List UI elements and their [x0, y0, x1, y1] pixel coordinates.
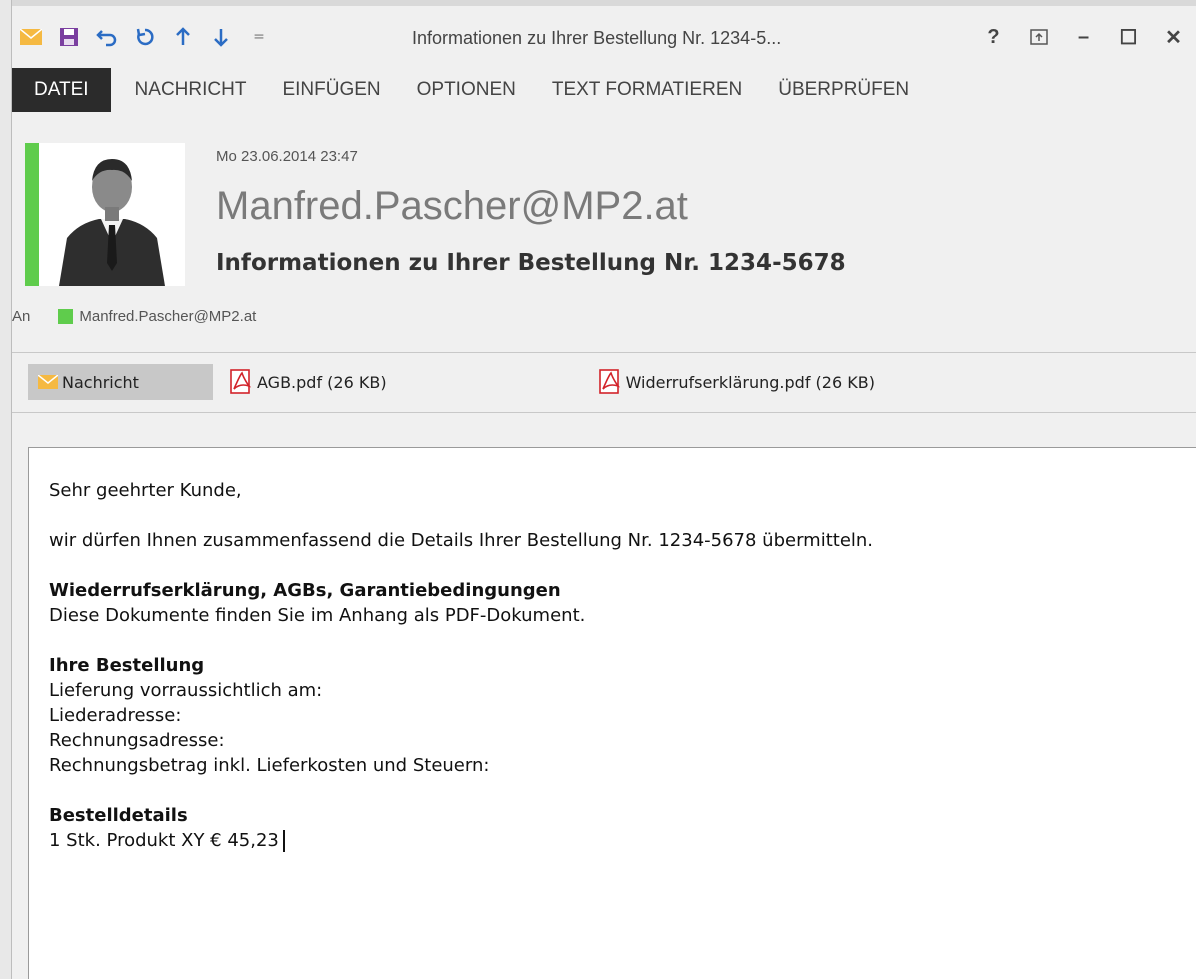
arrow-down-icon[interactable] [202, 22, 240, 52]
attachment-widerruf-label: Widerrufserklärung.pdf (26 KB) [625, 372, 875, 392]
section-order-title: Ihre Bestellung [49, 655, 205, 676]
minimize-button[interactable]: – [1061, 20, 1106, 54]
redo-icon[interactable] [126, 22, 164, 52]
sender-avatar[interactable] [39, 143, 185, 286]
pdf-icon [598, 369, 622, 395]
section-details: Bestelldetails 1 Stk. Produkt XY € 45,23 [49, 803, 873, 853]
attachment-divider [12, 412, 1196, 413]
section-documents: Wiederrufserklärung, AGBs, Garantiebedin… [49, 578, 873, 628]
message-header: Mo 23.06.2014 23:47 Manfred.Pascher@MP2.… [12, 112, 1196, 412]
section-order: Ihre Bestellung Lieferung vorraussichtli… [49, 653, 873, 778]
greeting: Sehr geehrter Kunde, [49, 480, 242, 501]
message-subject: Informationen zu Ihrer Bestellung Nr. 12… [216, 250, 846, 276]
window-left-edge [0, 0, 12, 979]
to-label: An [12, 308, 31, 325]
order-line: Lieferung vorraussichtlich am: [49, 680, 323, 701]
tab-text-formatieren[interactable]: TEXT FORMATIEREN [534, 68, 760, 112]
quick-access-toolbar: = [12, 22, 278, 52]
attachment-agb-label: AGB.pdf (26 KB) [257, 372, 387, 392]
order-line: Rechnungsadresse: [49, 730, 225, 751]
save-icon[interactable] [50, 22, 88, 52]
tab-optionen[interactable]: OPTIONEN [399, 68, 534, 112]
tab-datei[interactable]: DATEI [12, 68, 111, 112]
tab-einfuegen[interactable]: EINFÜGEN [264, 68, 398, 112]
tab-nachricht[interactable]: NACHRICHT [117, 68, 265, 112]
section-details-title: Bestelldetails [49, 805, 188, 826]
window-controls: ? – ☐ ✕ [971, 20, 1196, 54]
window-title: Informationen zu Ihrer Bestellung Nr. 12… [412, 28, 782, 48]
ribbon-tabs: DATEI NACHRICHT EINFÜGEN OPTIONEN TEXT F… [12, 68, 1196, 112]
intro-paragraph: wir dürfen Ihnen zusammenfassend die Det… [49, 530, 874, 551]
attachment-message-label: Nachricht [62, 372, 139, 392]
presence-indicator [25, 143, 39, 286]
tab-ueberpruefen[interactable]: ÜBERPRÜFEN [760, 68, 927, 112]
attachment-message[interactable]: Nachricht [28, 364, 213, 400]
recipient-presence-icon [58, 309, 74, 324]
order-line: Rechnungsbetrag inkl. Lieferkosten und S… [49, 755, 490, 776]
arrow-up-icon[interactable] [164, 22, 202, 52]
header-divider [12, 352, 1196, 353]
message-content[interactable]: Sehr geehrter Kunde, wir dürfen Ihnen zu… [49, 478, 873, 853]
details-line: 1 Stk. Produkt XY € 45,23 [49, 828, 873, 853]
help-button[interactable]: ? [971, 20, 1016, 54]
section-documents-title: Wiederrufserklärung, AGBs, Garantiebedin… [49, 580, 561, 601]
details-text: 1 Stk. Produkt XY € 45,23 [49, 830, 279, 851]
ribbon-display-options-icon[interactable] [1016, 20, 1061, 54]
attachment-bar: Nachricht AGB.pdf (26 KB) Widerrufserklä… [28, 364, 875, 400]
title-bar: = Informationen zu Ihrer Bestellung Nr. … [12, 6, 1196, 68]
envelope-icon [38, 375, 58, 389]
message-body[interactable]: Sehr geehrter Kunde, wir dürfen Ihnen zu… [28, 447, 1196, 979]
close-button[interactable]: ✕ [1151, 20, 1196, 54]
section-documents-text: Diese Dokumente finden Sie im Anhang als… [49, 605, 586, 626]
recipient-address[interactable]: Manfred.Pascher@MP2.at [79, 308, 256, 325]
sender-name[interactable]: Manfred.Pascher@MP2.at [216, 184, 688, 229]
recipient-row: An Manfred.Pascher@MP2.at [12, 308, 256, 325]
maximize-button[interactable]: ☐ [1106, 20, 1151, 54]
text-cursor [282, 830, 285, 852]
order-line: Liederadresse: [49, 705, 182, 726]
envelope-icon[interactable] [12, 22, 50, 52]
undo-icon[interactable] [88, 22, 126, 52]
pdf-icon [229, 369, 253, 395]
qat-customize-dropdown[interactable]: = [240, 22, 278, 52]
attachment-agb[interactable]: AGB.pdf (26 KB) [229, 364, 387, 400]
attachment-widerruf[interactable]: Widerrufserklärung.pdf (26 KB) [598, 364, 875, 400]
message-date: Mo 23.06.2014 23:47 [216, 148, 358, 165]
